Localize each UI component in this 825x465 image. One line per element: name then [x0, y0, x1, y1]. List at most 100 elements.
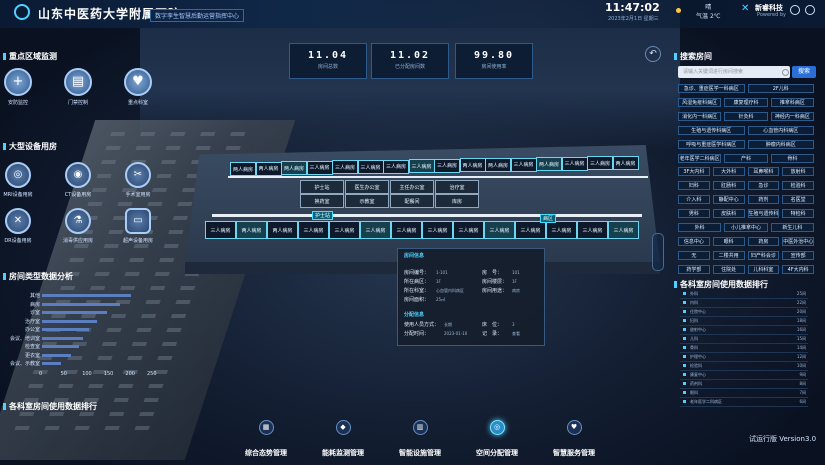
- department-chip[interactable]: 二楼共用: [712, 250, 745, 260]
- department-chip[interactable]: 针灸科: [724, 111, 768, 121]
- room[interactable]: 护士站: [300, 180, 344, 194]
- room[interactable]: 三人病房: [434, 158, 460, 173]
- department-chip[interactable]: 心血管内科病区: [747, 125, 814, 135]
- room-tag[interactable]: 护士站: [312, 211, 334, 220]
- room[interactable]: 两人病房: [267, 221, 298, 239]
- department-chip[interactable]: 中医外治中心: [782, 236, 814, 246]
- back-icon[interactable]: ↶: [645, 46, 661, 62]
- room[interactable]: 三人病房: [408, 159, 435, 174]
- room[interactable]: 三人病房: [608, 221, 639, 239]
- view-toolbar[interactable]: [652, 233, 664, 271]
- department-chip[interactable]: 新生儿科: [770, 223, 814, 232]
- department-chip[interactable]: 生殖与遗传科: [747, 209, 780, 219]
- department-chip[interactable]: 妇产科会诊: [747, 250, 780, 260]
- department-chip[interactable]: 推拿科病区: [770, 97, 814, 107]
- room[interactable]: 两人病房: [230, 162, 256, 176]
- department-chip[interactable]: 小儿推拿中心: [724, 223, 768, 232]
- room[interactable]: 三人病房: [453, 221, 484, 239]
- room[interactable]: 三人病房: [332, 160, 358, 175]
- room[interactable]: 三人病房: [484, 221, 515, 239]
- room[interactable]: 配餐间: [390, 194, 434, 208]
- device-button-2[interactable]: ✂ 手术室用房: [116, 162, 160, 198]
- tab-space[interactable]: ◎ 空间分配管理: [459, 420, 535, 458]
- department-chip[interactable]: 康复理疗科: [724, 97, 768, 107]
- room[interactable]: 两人病房: [236, 221, 267, 239]
- tab-heart[interactable]: ♥ 智慧服务管理: [536, 420, 612, 458]
- room[interactable]: 三人病房: [391, 221, 422, 239]
- room[interactable]: 换药室: [300, 194, 344, 208]
- usage-row[interactable]: 老年医学二科病区 6间: [680, 397, 808, 407]
- room[interactable]: 三人病房: [298, 221, 329, 239]
- department-chip[interactable]: 皮肤科: [712, 209, 745, 219]
- room[interactable]: 主任办公室: [390, 180, 434, 194]
- department-chip[interactable]: 名医堂: [782, 195, 814, 205]
- device-button-1[interactable]: ◉ CT设备用房: [56, 162, 100, 198]
- search-input[interactable]: 请输入关键词进行房间搜索: [678, 66, 790, 78]
- search-icon[interactable]: [782, 69, 789, 76]
- department-chip[interactable]: 药剂: [747, 195, 780, 205]
- device-button-4[interactable]: ⚗ 消毒供应用房: [56, 208, 100, 244]
- department-chip[interactable]: 放射科: [782, 167, 814, 177]
- room[interactable]: 三人病房: [383, 159, 409, 174]
- department-chip[interactable]: 宣传部: [782, 250, 814, 260]
- department-chip[interactable]: 肿瘤内科病区: [747, 139, 814, 149]
- department-chip[interactable]: 住院处: [712, 264, 745, 274]
- room[interactable]: 三人病房: [306, 160, 333, 175]
- room-tag[interactable]: 病区: [540, 214, 557, 223]
- room[interactable]: 三人病房: [329, 221, 360, 239]
- department-chip[interactable]: 2F儿科: [747, 84, 814, 93]
- device-button-0[interactable]: ◎ MRI设备用房: [0, 162, 40, 198]
- department-chip[interactable]: 眼科: [712, 236, 745, 246]
- department-chip[interactable]: 静配中心: [712, 195, 745, 205]
- department-chip[interactable]: 急诊、重症医学一科病区: [678, 84, 745, 93]
- device-button-5[interactable]: ▭ 超声设备用房: [116, 208, 160, 244]
- room[interactable]: 治疗室: [435, 180, 479, 194]
- room[interactable]: 两人病房: [536, 157, 562, 172]
- department-chip[interactable]: 介入科: [678, 195, 710, 205]
- device-button-3[interactable]: ✕ DR设备用房: [0, 208, 40, 244]
- department-chip[interactable]: 检验科: [782, 181, 814, 191]
- department-chip[interactable]: 风湿免疫科病区: [678, 97, 722, 107]
- room[interactable]: 三人病房: [587, 156, 613, 171]
- tab-grid[interactable]: ▦ 综合态势管理: [228, 420, 304, 458]
- key-button-2[interactable]: ♥ 重点科室: [116, 68, 160, 106]
- room[interactable]: 两人病房: [612, 156, 639, 170]
- room[interactable]: 两人病房: [281, 161, 307, 176]
- room[interactable]: 两人病房: [485, 158, 511, 172]
- department-chip[interactable]: 妇科: [678, 181, 710, 191]
- room[interactable]: 三人病房: [577, 221, 608, 239]
- department-chip[interactable]: 信息中心: [678, 236, 710, 246]
- department-chip[interactable]: 急诊: [747, 181, 780, 191]
- department-chip[interactable]: 消化内一科病区: [678, 111, 722, 121]
- department-chip[interactable]: 药房: [747, 236, 780, 246]
- department-chip[interactable]: 呼吸与重症医学科病区: [678, 139, 745, 149]
- department-chip[interactable]: 4F大内科: [782, 264, 814, 274]
- room[interactable]: 三人病房: [561, 156, 588, 171]
- department-chip[interactable]: 药学部: [678, 264, 710, 274]
- room[interactable]: 两人病房: [459, 158, 486, 173]
- room[interactable]: 医生办公室: [345, 180, 389, 194]
- room-info-popup[interactable]: 房间信息 房间编号： 1-101 所在病区： 1F 所在科室： 心血管内科病区 房间面积： 25…: [397, 248, 545, 346]
- room[interactable]: 示教室: [345, 194, 389, 208]
- department-chip[interactable]: 老年医学二科病区: [678, 153, 722, 163]
- key-button-0[interactable]: + 安防监控: [0, 68, 40, 106]
- key-button-1[interactable]: ▤ 门禁控制: [56, 68, 100, 106]
- search-button[interactable]: 搜索: [792, 66, 816, 78]
- tab-drop[interactable]: ◆ 能耗监测管理: [305, 420, 381, 458]
- department-chip[interactable]: 神经内一科病区: [770, 111, 814, 121]
- power-icon[interactable]: [805, 5, 815, 15]
- department-chip[interactable]: 3F大内科: [678, 167, 710, 177]
- department-chip[interactable]: 耳鼻喉科: [747, 167, 780, 177]
- department-chip[interactable]: 骨科: [770, 153, 814, 163]
- tab-device[interactable]: ▥ 智能设施管理: [382, 420, 458, 458]
- user-icon[interactable]: [790, 5, 800, 15]
- department-chip[interactable]: 大外科: [712, 167, 745, 177]
- department-chip[interactable]: 肛肠科: [712, 181, 745, 191]
- department-chip[interactable]: 无: [678, 250, 710, 260]
- room[interactable]: 三人病房: [422, 221, 453, 239]
- room[interactable]: 三人病房: [515, 221, 546, 239]
- room[interactable]: 三人病房: [357, 160, 384, 174]
- department-chip[interactable]: 儿科科室: [747, 264, 780, 274]
- room[interactable]: 三人病房: [510, 157, 537, 172]
- department-chip[interactable]: 男科: [678, 209, 710, 219]
